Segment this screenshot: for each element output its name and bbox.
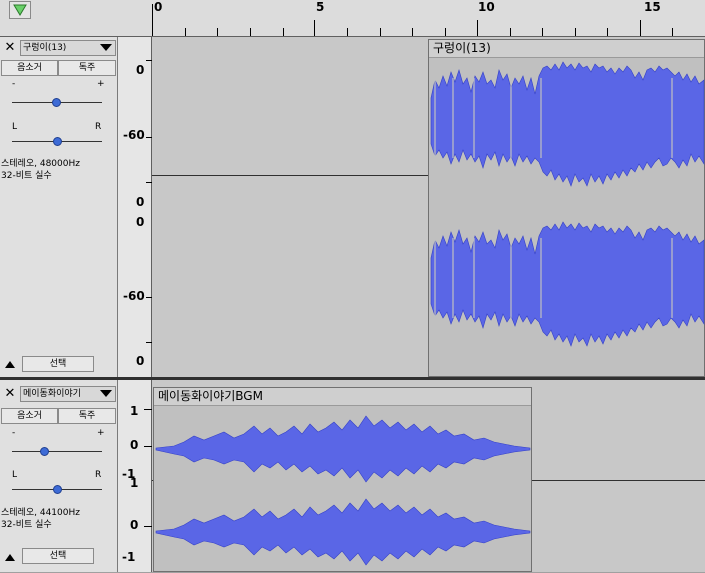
- mute-button[interactable]: 음소거: [1, 408, 58, 424]
- close-track-icon[interactable]: ✕: [1, 40, 19, 56]
- ruler-ticks: [152, 4, 673, 36]
- clip-title[interactable]: 구렁이(13): [429, 40, 704, 58]
- solo-button[interactable]: 독주: [58, 408, 116, 424]
- pan-right-label: R: [95, 122, 102, 132]
- gain-plus-label: +: [97, 428, 105, 438]
- pan-left-label: L: [12, 470, 18, 480]
- scale-ticks: [146, 60, 152, 343]
- track-waveform-area[interactable]: 메이동화이야기BGM: [152, 380, 705, 572]
- track-control-panel: ✕ 메이동화이야기 음소거 독주 - + L R 스테레오, 44100Hz 3…: [0, 380, 118, 572]
- track-name-label: 구렁이(13): [23, 43, 67, 53]
- collapse-track-icon[interactable]: [5, 361, 15, 368]
- track-name-menu[interactable]: 메이동화이야기: [20, 386, 116, 402]
- clip-waveform: [155, 415, 531, 566]
- select-track-button[interactable]: 선택: [22, 356, 94, 372]
- pan-slider-thumb[interactable]: [53, 137, 62, 146]
- audio-clip[interactable]: 메이동화이야기BGM: [153, 387, 532, 572]
- gain-minus-label: -: [12, 428, 16, 438]
- pan-left-label: L: [12, 122, 18, 132]
- track-name-label: 메이동화이야기: [23, 389, 81, 399]
- select-track-button[interactable]: 선택: [22, 548, 94, 564]
- track-format-rate: 스테레오, 44100Hz: [1, 508, 80, 518]
- chevron-down-icon: [100, 44, 112, 51]
- track-format-bits: 32-비트 실수: [1, 171, 52, 181]
- close-track-icon[interactable]: ✕: [1, 386, 19, 402]
- gain-slider-thumb[interactable]: [52, 98, 61, 107]
- track-name-menu[interactable]: 구렁이(13): [20, 40, 116, 56]
- mute-button[interactable]: 음소거: [1, 60, 58, 76]
- gain-slider-thumb[interactable]: [40, 447, 49, 456]
- track-waveform-area[interactable]: 구렁이(13): [152, 37, 705, 377]
- scale-ticks: [144, 409, 152, 527]
- vertical-scale-ruler: 0 -60 0 0 -60 0: [118, 37, 152, 377]
- clip-title[interactable]: 메이동화이야기BGM: [154, 388, 531, 406]
- track-format-rate: 스테레오, 48000Hz: [1, 159, 80, 169]
- gain-minus-label: -: [12, 79, 16, 89]
- audio-clip[interactable]: 구렁이(13): [428, 39, 705, 377]
- pan-slider-thumb[interactable]: [53, 485, 62, 494]
- track-format-bits: 32-비트 실수: [1, 520, 52, 530]
- solo-button[interactable]: 독주: [58, 60, 116, 76]
- collapse-track-icon[interactable]: [5, 554, 15, 561]
- gain-plus-label: +: [97, 79, 105, 89]
- track-control-panel: ✕ 구렁이(13) 음소거 독주 - + L R 스테레오, 48000Hz 3…: [0, 37, 118, 377]
- gain-slider-track[interactable]: [12, 451, 102, 452]
- chevron-down-icon: [100, 390, 112, 397]
- pan-right-label: R: [95, 470, 102, 480]
- timeline-ruler[interactable]: 0 5 10 15: [0, 0, 705, 37]
- clip-waveform: [430, 61, 705, 347]
- vertical-scale-ruler: 1 0 -1 1 0 -1: [118, 380, 152, 572]
